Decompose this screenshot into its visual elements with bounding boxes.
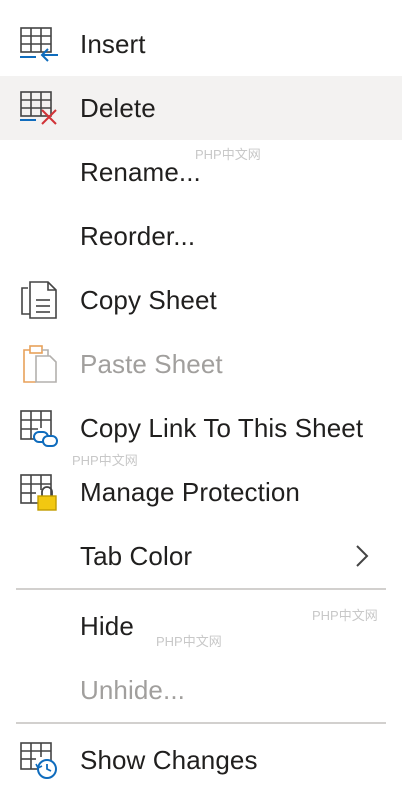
menu-item-label: Insert [80, 29, 146, 59]
sheet-history-icon [18, 740, 62, 780]
paste-sheet-icon [18, 344, 62, 384]
menu-item-label: Copy Link To This Sheet [80, 413, 364, 443]
table-delete-icon [18, 88, 62, 128]
menu-item-label: Tab Color [80, 541, 193, 571]
menu-item-insert[interactable]: Insert [0, 12, 402, 76]
sheet-link-icon [18, 408, 62, 448]
menu-item-label: Paste Sheet [80, 349, 223, 379]
menu-item-label: Copy Sheet [80, 285, 217, 315]
menu-item-label: Reorder... [80, 221, 196, 251]
menu-item-show-changes[interactable]: Show Changes [0, 728, 402, 792]
menu-divider [16, 722, 386, 724]
chevron-right-icon [352, 544, 372, 568]
menu-divider [16, 588, 386, 590]
sheet-lock-icon [18, 472, 62, 512]
menu-item-manage-protection[interactable]: Manage Protection [0, 460, 402, 524]
menu-item-reorder[interactable]: Reorder... [0, 204, 402, 268]
menu-item-label: Show Changes [80, 745, 258, 775]
menu-item-copy-link[interactable]: Copy Link To This Sheet [0, 396, 402, 460]
menu-item-tab-color[interactable]: Tab Color [0, 524, 402, 588]
copy-sheet-icon [18, 280, 62, 320]
menu-item-unhide[interactable]: Unhide... [0, 658, 402, 722]
table-insert-icon [18, 24, 62, 64]
menu-item-label: Delete [80, 93, 156, 123]
menu-item-hide[interactable]: Hide [0, 594, 402, 658]
menu-item-label: Manage Protection [80, 477, 300, 507]
menu-item-delete[interactable]: Delete [0, 76, 402, 140]
menu-item-rename[interactable]: Rename... [0, 140, 402, 204]
menu-item-label: Rename... [80, 157, 201, 187]
menu-item-paste-sheet[interactable]: Paste Sheet [0, 332, 402, 396]
menu-item-copy-sheet[interactable]: Copy Sheet [0, 268, 402, 332]
menu-item-label: Hide [80, 611, 134, 641]
sheet-context-menu: Insert Delete Rename... Reorder... Copy … [0, 0, 402, 790]
menu-item-label: Unhide... [80, 675, 185, 705]
